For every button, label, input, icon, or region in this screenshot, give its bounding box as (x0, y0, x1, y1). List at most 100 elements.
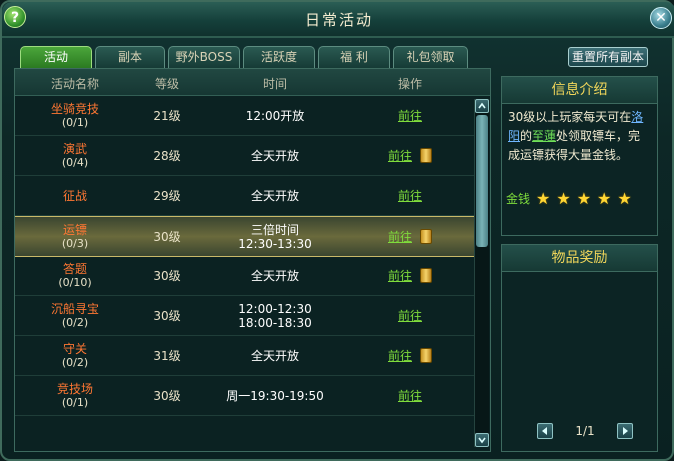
tab-field-boss[interactable]: 野外BOSS (168, 46, 240, 68)
tab-activity[interactable]: 活动 (20, 46, 92, 68)
activity-name: 演武 (62, 141, 87, 156)
time-cell: 全天开放 (220, 256, 330, 295)
info-title: 信息介绍 (502, 77, 657, 104)
scroll-up-button[interactable] (475, 99, 489, 113)
activity-name-cell: 征战 (35, 176, 115, 215)
table-row[interactable]: 沉船寻宝 (0/2) 30级 12:00-12:30 18:00-18:30 前往 (15, 296, 475, 336)
level-cell: 30级 (153, 308, 181, 323)
activity-count: (0/1) (61, 115, 89, 129)
pager: 1/1 (537, 423, 633, 439)
reward-title: 物品奖励 (502, 245, 657, 272)
activity-name: 征战 (62, 188, 87, 203)
time-line-1: 12:00开放 (245, 108, 305, 123)
close-icon[interactable]: ✕ (650, 7, 672, 29)
action-cell: 前往 (370, 376, 450, 415)
time-line-2: 12:30-13:30 (238, 236, 312, 251)
header-name: 活动名称 (50, 77, 99, 91)
reset-dungeons-button[interactable]: 重置所有副本 (568, 47, 648, 67)
star-icon: ★ (576, 189, 592, 208)
table-row[interactable]: 征战 29级 全天开放 前往 (15, 176, 475, 216)
activity-count: (0/3) (61, 236, 89, 250)
activity-name-cell: 守关 (0/2) (35, 336, 115, 375)
action-cell: 前往 (370, 217, 450, 256)
table-row[interactable]: 运镖 (0/3) 30级 三倍时间 12:30-13:30 前往 (15, 216, 475, 257)
table-row[interactable]: 守关 (0/2) 31级 全天开放 前往 (15, 336, 475, 376)
scrollbar[interactable] (474, 99, 489, 447)
tab-dungeon[interactable]: 副本 (95, 46, 165, 68)
table-row[interactable]: 演武 (0/4) 28级 全天开放 前往 (15, 136, 475, 176)
money-reward: 金钱 ★ ★ ★ ★ ★ (506, 189, 632, 208)
table-row[interactable]: 坐骑竞技 (0/1) 21级 12:00开放 前往 (15, 96, 475, 136)
table-row[interactable]: 答题 (0/10) 30级 全天开放 前往 (15, 256, 475, 296)
goto-link[interactable]: 前往 (398, 109, 422, 123)
next-page-button[interactable] (617, 423, 633, 439)
goto-link[interactable]: 前往 (388, 149, 412, 163)
goto-link[interactable]: 前往 (388, 230, 412, 244)
reward-panel: 物品奖励 1/1 (501, 244, 658, 452)
info-panel: 信息介绍 30级以上玩家每天可在洛阳的至蓮处领取镖车，完成运镖获得大量金钱。 金… (501, 76, 658, 236)
title-bar: ? 日常活动 ✕ (2, 2, 674, 38)
tab-welfare[interactable]: 福 利 (318, 46, 390, 68)
star-icon: ★ (617, 189, 632, 208)
table-row[interactable]: 竞技场 (0/1) 30级 周一19:30-19:50 前往 (15, 376, 475, 416)
activity-name-cell: 演武 (0/4) (35, 136, 115, 175)
activity-count: (0/10) (58, 275, 92, 289)
level-cell: 29级 (153, 188, 181, 203)
activity-table: 活动名称 等级 时间 操作 坐骑竞技 (0/1) 21级 12:00开放 前往 演武 (0/… (14, 68, 491, 452)
goto-link[interactable]: 前往 (398, 389, 422, 403)
activity-name: 运镖 (62, 222, 87, 237)
time-cell: 12:00开放 (220, 96, 330, 135)
activity-name: 答题 (62, 261, 87, 276)
level-cell: 21级 (153, 108, 181, 123)
ticket-icon[interactable] (420, 268, 432, 283)
time-line-1: 周一19:30-19:50 (226, 388, 324, 403)
header-time: 时间 (262, 77, 287, 91)
chevron-down-icon (478, 437, 486, 444)
time-line-2: 18:00-18:30 (238, 315, 312, 330)
activity-count: (0/2) (61, 355, 89, 369)
ticket-icon[interactable] (420, 229, 432, 244)
level-cell: 30级 (153, 229, 181, 244)
star-icon: ★ (536, 189, 551, 208)
tab-activity-points[interactable]: 活跃度 (243, 46, 315, 68)
goto-link[interactable]: 前往 (398, 309, 422, 323)
action-cell: 前往 (370, 336, 450, 375)
star-icon: ★ (556, 189, 571, 208)
activity-name-cell: 坐骑竞技 (0/1) (35, 96, 115, 135)
tab-gift-claim[interactable]: 礼包领取 (393, 46, 468, 68)
daily-activity-window: ? 日常活动 ✕ 活动 副本 野外BOSS 活跃度 福 利 礼包领取 重置所有副… (0, 0, 674, 461)
activity-name-cell: 沉船寻宝 (0/2) (35, 296, 115, 335)
level-cell: 28级 (153, 148, 181, 163)
ticket-icon[interactable] (420, 348, 432, 363)
level-cell: 31级 (153, 348, 181, 363)
time-cell: 全天开放 (220, 136, 330, 175)
header-action: 操作 (397, 77, 422, 91)
level-cell: 30级 (153, 268, 181, 283)
npc-link[interactable]: 至蓮 (532, 129, 556, 143)
activity-name: 竞技场 (56, 381, 93, 396)
star-rating: ★ ★ ★ ★ ★ (530, 189, 632, 208)
info-description: 30级以上玩家每天可在洛阳的至蓮处领取镖车，完成运镖获得大量金钱。 (502, 104, 657, 169)
time-cell: 全天开放 (220, 336, 330, 375)
time-line-1: 全天开放 (250, 188, 299, 203)
action-cell: 前往 (370, 96, 450, 135)
activity-name-cell: 运镖 (0/3) (35, 217, 115, 256)
time-cell: 三倍时间 12:30-13:30 (220, 217, 330, 256)
page-indicator: 1/1 (575, 424, 595, 438)
time-line-1: 全天开放 (250, 268, 299, 283)
time-cell: 周一19:30-19:50 (220, 376, 330, 415)
scroll-down-button[interactable] (475, 433, 489, 447)
time-line-1: 三倍时间 (250, 222, 299, 237)
header-level: 等级 (154, 77, 179, 91)
action-cell: 前往 (370, 176, 450, 215)
prev-page-button[interactable] (537, 423, 553, 439)
goto-link[interactable]: 前往 (398, 189, 422, 203)
scroll-thumb[interactable] (476, 115, 488, 247)
goto-link[interactable]: 前往 (388, 269, 412, 283)
chevron-up-icon (478, 102, 486, 109)
window-title: 日常活动 (304, 11, 373, 29)
time-line-1: 12:00-12:30 (238, 301, 312, 316)
ticket-icon[interactable] (420, 148, 432, 163)
triangle-left-icon (542, 427, 547, 435)
goto-link[interactable]: 前往 (388, 349, 412, 363)
